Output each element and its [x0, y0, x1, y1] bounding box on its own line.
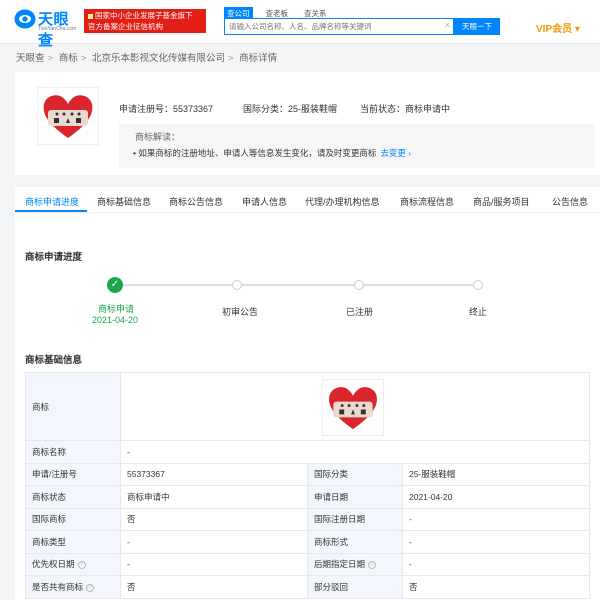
table-value: 否 — [402, 575, 590, 599]
step-label-terminated: 终止 — [469, 307, 488, 317]
table-row: 申请/注册号 55373367 国际分类 25-服装鞋帽 — [25, 462, 590, 486]
table-value: 25-服装鞋帽 — [402, 462, 590, 486]
step-label-initial-review: 初审公告 — [222, 307, 259, 317]
table-row: 商标 — [25, 372, 590, 441]
clear-icon[interactable]: × — [445, 20, 450, 30]
table-row: 商标类型 - 商标形式 - — [25, 530, 590, 554]
table-value: - — [402, 507, 590, 531]
active-tab-indicator — [15, 210, 87, 212]
search-button[interactable]: 天眼一下 — [454, 18, 500, 35]
basic-info-table: 商标 商标名称 - 申请/注册号 55373367 国际分类 25-服装鞋帽 商… — [25, 372, 590, 599]
table-key: 部分驳回 — [307, 575, 403, 599]
step-date-application: 2021-04-20 — [92, 315, 139, 325]
table-key-with-help: 优先权日期? — [25, 552, 121, 576]
table-key: 商标状态 — [25, 485, 121, 509]
table-key: 商标类型 — [25, 530, 121, 554]
table-key: 商标 — [25, 372, 121, 441]
table-value: 商标申请中 — [120, 485, 308, 509]
trademark-image-small — [322, 379, 384, 436]
breadcrumb: 天眼查 > 商标 > 北京乐本影视文化传媒有限公司 > 商标详情 — [16, 53, 278, 64]
interpretation-title: 商标解读： — [135, 132, 181, 142]
table-key-with-help: 后期指定日期? — [307, 552, 403, 576]
registration-number: 申请注册号：55373367 — [119, 104, 214, 114]
trademark-interpretation: 商标解读： • 如果商标的注册地址、申请人等信息发生变化，请及时变更商标 去变更 … — [119, 124, 594, 168]
step-dot-registered — [354, 280, 364, 290]
tab-announcement-info[interactable]: 商标公告信息 — [169, 195, 223, 208]
table-value: 2021-04-20 — [402, 485, 590, 509]
breadcrumb-home[interactable]: 天眼查 — [16, 53, 45, 64]
eye-logo-icon — [14, 9, 36, 29]
check-icon: ✓ — [107, 277, 123, 293]
table-value: 55373367 — [120, 462, 308, 486]
tab-notices[interactable]: 公告信息 — [552, 195, 588, 208]
badge-icon — [88, 13, 93, 19]
table-value: 否 — [120, 575, 308, 599]
help-icon[interactable]: ? — [368, 561, 377, 569]
table-value: - — [402, 530, 590, 554]
basic-info-title: 商标基础信息 — [25, 355, 83, 366]
search-input[interactable] — [229, 21, 429, 32]
promo-line-1: 国家中小企业发展子基金旗下 — [95, 11, 193, 20]
site-logo[interactable]: 天眼查 TianYanCha.com — [14, 8, 84, 49]
help-icon[interactable]: ? — [77, 561, 86, 569]
promo-banner[interactable]: 国家中小企业发展子基金旗下 官方备案企业征信机构 — [84, 9, 206, 33]
tab-process-info[interactable]: 商标流程信息 — [400, 195, 454, 208]
current-status: 当前状态：商标申请中 — [360, 104, 451, 114]
table-row: 国际商标 否 国际注册日期 - — [25, 507, 590, 531]
international-class: 国际分类：25-服装鞋帽 — [243, 104, 338, 114]
trademark-image — [37, 87, 99, 145]
trademark-summary-card: 申请注册号：55373367 国际分类：25-服装鞋帽 当前状态：商标申请中 商… — [15, 72, 600, 175]
search-box: × — [224, 18, 454, 35]
breadcrumb-current: 商标详情 — [239, 53, 278, 64]
vip-member-menu[interactable]: VIP会员 ▾ — [536, 20, 580, 35]
tab-agency-info[interactable]: 代理/办理机构信息 — [305, 195, 380, 208]
table-row: 商标名称 - — [25, 440, 590, 464]
table-value: 否 — [120, 507, 308, 531]
tab-basic-info[interactable]: 商标基础信息 — [97, 195, 151, 208]
table-value: - — [120, 530, 308, 554]
step-label-application: 商标申请 — [98, 304, 135, 314]
step-dot-terminated — [473, 280, 483, 290]
table-key: 申请/注册号 — [25, 462, 121, 486]
table-row: 优先权日期? - 后期指定日期? - — [25, 552, 590, 576]
tab-application-progress[interactable]: 商标申请进度 — [25, 195, 79, 208]
tab-goods-services[interactable]: 商品/服务项目 — [473, 195, 530, 208]
table-key: 国际分类 — [307, 462, 403, 486]
table-key: 国际商标 — [25, 507, 121, 531]
table-key: 申请日期 — [307, 485, 403, 509]
table-value: - — [120, 440, 590, 464]
table-key: 商标形式 — [307, 530, 403, 554]
logo-subtext: TianYanCha.com — [38, 26, 77, 32]
heart-trademark-icon — [43, 95, 93, 138]
table-key-with-help: 是否共有商标? — [25, 575, 121, 599]
change-link[interactable]: 去变更 › — [380, 148, 411, 158]
promo-line-2: 官方备案企业征信机构 — [88, 22, 163, 31]
breadcrumb-trademark[interactable]: 商标 — [59, 53, 78, 64]
interpretation-text: • 如果商标的注册地址、申请人等信息发生变化，请及时变更商标 去变更 › — [133, 148, 412, 158]
table-row: 商标状态 商标申请中 申请日期 2021-04-20 — [25, 485, 590, 509]
progress-title: 商标申请进度 — [25, 252, 83, 263]
top-header: 天眼查 TianYanCha.com 国家中小企业发展子基金旗下 官方备案企业征… — [0, 0, 600, 49]
heart-trademark-icon — [329, 387, 377, 430]
table-key: 商标名称 — [25, 440, 121, 464]
tab-applicant-info[interactable]: 申请人信息 — [242, 195, 287, 208]
help-icon[interactable]: ? — [86, 583, 95, 592]
detail-tabs: 商标申请进度 商标基础信息 商标公告信息 申请人信息 代理/办理机构信息 商标流… — [15, 187, 600, 213]
table-value: - — [402, 552, 590, 576]
breadcrumb-company[interactable]: 北京乐本影视文化传媒有限公司 — [92, 53, 225, 64]
step-dot-initial-review — [232, 280, 242, 290]
table-row: 是否共有商标? 否 部分驳回 否 — [25, 575, 590, 599]
step-label-registered: 已注册 — [346, 307, 374, 317]
table-value: - — [120, 552, 308, 576]
table-key: 国际注册日期 — [307, 507, 403, 531]
progress-track — [120, 284, 478, 286]
